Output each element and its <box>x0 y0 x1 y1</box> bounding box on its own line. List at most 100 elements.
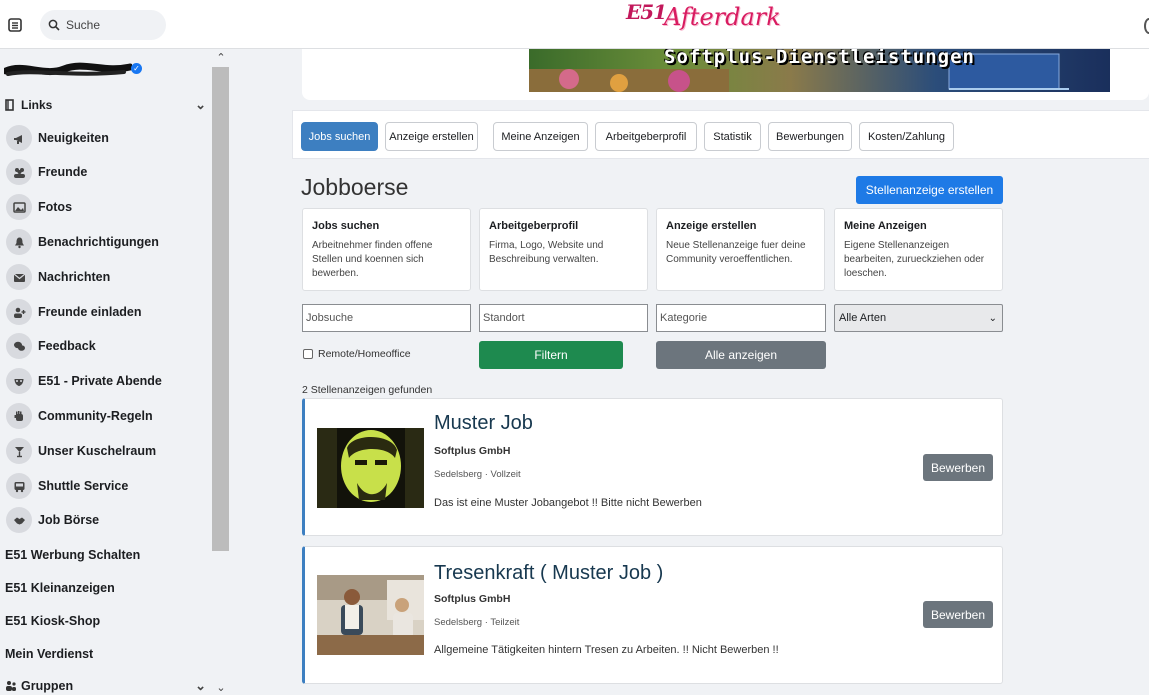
info-card-desc: Firma, Logo, Website und Beschreibung ve… <box>489 240 604 265</box>
job-title[interactable]: Tresenkraft ( Muster Job ) <box>434 562 663 585</box>
sidebar-item-2[interactable]: Freunde <box>6 158 211 186</box>
bus-icon <box>6 473 32 499</box>
sidebar-item-label: Neuigkeiten <box>38 131 109 145</box>
tab-statistik[interactable]: Statistik <box>704 122 761 151</box>
job-card[interactable]: Muster Job Softplus GmbH Sedelsberg · Vo… <box>302 398 1003 536</box>
account-icon[interactable] <box>1144 18 1149 34</box>
megaphone-icon <box>6 125 32 151</box>
handshake-icon <box>6 507 32 533</box>
sidebar-item-verdienst[interactable]: Mein Verdienst <box>5 647 93 661</box>
tab-jobs-suchen[interactable]: Jobs suchen <box>301 122 378 151</box>
show-all-button[interactable]: Alle anzeigen <box>656 341 826 369</box>
apply-button[interactable]: Bewerben <box>923 454 993 481</box>
sidebar-item-label: Fotos <box>38 200 73 214</box>
info-card-desc: Neue Stellenanzeige fuer deine Community… <box>666 240 806 265</box>
search-icon <box>48 19 60 31</box>
category-input[interactable]: Kategorie <box>656 304 826 332</box>
sidebar: ✓ Links ⌄ Neuigkeiten Freunde Fotos Benachr… <box>0 49 232 695</box>
remote-checkbox-row[interactable]: Remote/Homeoffice <box>303 348 411 360</box>
tab-bewerbungen[interactable]: Bewerbungen <box>768 122 852 151</box>
sidebar-item-label: Freunde einladen <box>38 305 142 319</box>
sidebar-item-kiosk-shop[interactable]: E51 Kiosk-Shop <box>5 614 100 628</box>
search-input[interactable]: Suche <box>40 10 166 40</box>
bell-icon <box>6 229 32 255</box>
info-card-title: Anzeige erstellen <box>666 220 757 232</box>
sidebar-item-6[interactable]: Freunde einladen <box>6 298 211 326</box>
info-card-title: Meine Anzeigen <box>844 220 927 232</box>
scroll-down-arrow-icon[interactable]: ⌄ <box>214 681 228 695</box>
tab-arbeitgeberprofil[interactable]: Arbeitgeberprofil <box>595 122 697 151</box>
sidebar-item-label: Unser Kuschelraum <box>38 444 157 458</box>
chat-icon <box>6 333 32 359</box>
sidebar-item-11[interactable]: Shuttle Service <box>6 472 211 500</box>
chevron-down-icon[interactable]: ⌄ <box>195 97 206 113</box>
location-input[interactable]: Standort <box>479 304 648 332</box>
sidebar-item-label: Shuttle Service <box>38 479 129 493</box>
banner-text: Softplus-Dienstleistungen <box>664 49 975 68</box>
mail-icon <box>6 264 32 290</box>
job-description: Allgemeine Tätigkeiten hintern Tresen zu… <box>434 644 779 656</box>
sidebar-item-5[interactable]: Nachrichten <box>6 263 211 291</box>
info-card-arbeitgeberprofil[interactable]: Arbeitgeberprofil Firma, Logo, Website u… <box>479 208 648 291</box>
job-search-input[interactable]: Jobsuche <box>302 304 471 332</box>
sidebar-item-werbung[interactable]: E51 Werbung Schalten <box>5 548 140 562</box>
sidebar-item-label: Community-Regeln <box>38 409 153 423</box>
sidebar-item-9[interactable]: Community-Regeln <box>6 402 211 430</box>
top-bar: Suche E51 Afterdark <box>0 0 1149 49</box>
hand-icon <box>6 403 32 429</box>
job-description: Das ist eine Muster Jobangebot !! Bitte … <box>434 497 702 509</box>
groups-section-header[interactable]: Gruppen ⌄ <box>5 678 210 694</box>
book-icon <box>5 99 14 111</box>
advertisement-banner[interactable]: Softplus-Dienstleistungen <box>529 49 1110 92</box>
page-title: Jobboerse <box>301 174 409 200</box>
site-logo[interactable]: E51 Afterdark <box>624 0 781 40</box>
sidebar-item-kleinanzeigen[interactable]: E51 Kleinanzeigen <box>5 581 115 595</box>
links-section-header[interactable]: Links ⌄ <box>5 95 210 115</box>
sidebar-item-7[interactable]: Feedback <box>6 332 211 360</box>
user-plus-icon <box>6 299 32 325</box>
result-count: 2 Stellenanzeigen gefunden <box>302 384 433 396</box>
sidebar-item-4[interactable]: Benachrichtigungen <box>6 228 211 256</box>
scroll-up-arrow-icon[interactable]: ⌃ <box>214 51 228 65</box>
jobboard-tabs: Jobs suchen Anzeige erstellen Meine Anze… <box>292 110 1149 159</box>
sidebar-item-label: Job Börse <box>38 513 100 527</box>
filter-button[interactable]: Filtern <box>479 341 623 369</box>
info-card-title: Jobs suchen <box>312 220 380 232</box>
chevron-down-icon[interactable]: ⌄ <box>195 678 206 694</box>
mask-icon <box>6 368 32 394</box>
create-job-ad-button[interactable]: Stellenanzeige erstellen <box>856 176 1003 204</box>
remote-checkbox[interactable] <box>303 349 313 359</box>
tab-anzeige-erstellen[interactable]: Anzeige erstellen <box>385 122 478 151</box>
info-card-meine-anzeigen[interactable]: Meine Anzeigen Eigene Stellenanzeigen be… <box>834 208 1003 291</box>
group-icon <box>6 681 16 691</box>
cocktail-icon <box>6 438 32 464</box>
info-card-jobs-suchen[interactable]: Jobs suchen Arbeitnehmer finden offene S… <box>302 208 471 291</box>
job-card[interactable]: Tresenkraft ( Muster Job ) Softplus GmbH… <box>302 546 1003 684</box>
job-thumbnail-image <box>317 428 424 508</box>
sidebar-item-label: Freunde <box>38 165 88 179</box>
sidebar-item-label: Benachrichtigungen <box>38 235 159 249</box>
job-title[interactable]: Muster Job <box>434 412 533 435</box>
info-card-anzeige-erstellen[interactable]: Anzeige erstellen Neue Stellenanzeige fu… <box>656 208 825 291</box>
sidebar-scrollbar-thumb[interactable] <box>212 67 229 551</box>
apply-button[interactable]: Bewerben <box>923 601 993 628</box>
sidebar-item-3[interactable]: Fotos <box>6 193 211 221</box>
sidebar-item-10[interactable]: Unser Kuschelraum <box>6 437 211 465</box>
info-card-title: Arbeitgeberprofil <box>489 220 579 232</box>
redacted-profile-name[interactable] <box>4 59 132 79</box>
chevron-down-icon: ⌄ <box>988 312 997 324</box>
menu-icon[interactable] <box>4 13 26 37</box>
tab-kosten-zahlung[interactable]: Kosten/Zahlung <box>859 122 954 151</box>
sidebar-item-label: E51 - Private Abende <box>38 374 162 388</box>
sidebar-item-1[interactable]: Neuigkeiten <box>6 124 211 152</box>
photo-icon <box>6 194 32 220</box>
job-thumbnail-image <box>317 575 424 655</box>
logo-text-e51: E51 <box>626 0 667 24</box>
info-card-desc: Eigene Stellenanzeigen bearbeiten, zurue… <box>844 240 985 279</box>
job-type-select[interactable]: Alle Arten ⌄ <box>834 304 1003 332</box>
sidebar-item-8[interactable]: E51 - Private Abende <box>6 367 211 395</box>
friends-icon <box>6 159 32 185</box>
tab-meine-anzeigen[interactable]: Meine Anzeigen <box>493 122 588 151</box>
sidebar-item-12[interactable]: Job Börse <box>6 506 211 534</box>
logo-text-afterdark: Afterdark <box>664 3 781 31</box>
